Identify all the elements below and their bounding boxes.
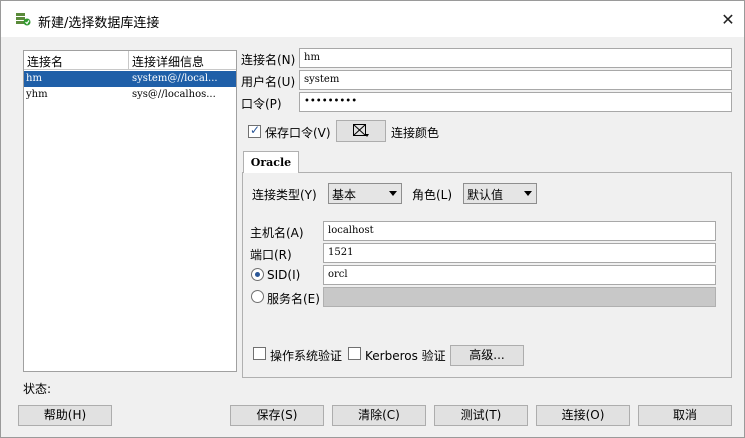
database-connection-icon xyxy=(16,13,31,26)
cancel-button[interactable]: 取消 xyxy=(638,405,732,426)
connection-type-select[interactable]: 基本 xyxy=(328,183,402,204)
test-button[interactable]: 测试(T) xyxy=(434,405,528,426)
connection-color-label: 连接颜色 xyxy=(391,126,440,140)
connection-color-button[interactable] xyxy=(336,120,386,142)
connection-name-cell: hm xyxy=(26,73,42,84)
service-name-radio[interactable] xyxy=(251,290,264,303)
service-name-field xyxy=(323,287,716,307)
port-field[interactable]: 1521 xyxy=(323,243,716,263)
chevron-down-icon xyxy=(524,191,532,196)
service-name-label: 服务名(E) xyxy=(267,292,320,306)
role-select[interactable]: 默认值 xyxy=(463,183,537,204)
sid-radio[interactable] xyxy=(251,268,264,281)
new-select-connection-dialog: 新建/选择数据库连接 ✕ 连接名 连接详细信息 hm system@//loca… xyxy=(0,0,745,438)
connection-name-label: 连接名(N) xyxy=(241,53,296,67)
sid-field[interactable]: orcl xyxy=(323,265,716,285)
save-password-checkbox[interactable] xyxy=(248,123,261,138)
list-item[interactable]: hm system@//local... xyxy=(24,71,236,87)
color-picker-icon xyxy=(353,124,369,137)
connection-name-cell: yhm xyxy=(26,89,48,100)
list-header: 连接名 连接详细信息 xyxy=(24,51,236,70)
save-button[interactable]: 保存(S) xyxy=(230,405,324,426)
kerberos-checkbox[interactable] xyxy=(348,347,361,360)
connection-detail-cell: system@//local... xyxy=(132,73,218,84)
chevron-down-icon xyxy=(389,191,397,196)
column-header-detail[interactable]: 连接详细信息 xyxy=(132,53,204,70)
kerberos-label: Kerberos 验证 xyxy=(365,349,446,363)
username-field[interactable]: system xyxy=(299,70,732,90)
role-value: 默认值 xyxy=(467,188,504,202)
role-label: 角色(L) xyxy=(412,188,453,202)
hostname-field[interactable]: localhost xyxy=(323,221,716,241)
list-item[interactable]: yhm sys@//localhos... xyxy=(24,87,236,103)
connection-type-label: 连接类型(Y) xyxy=(252,188,317,202)
help-button[interactable]: 帮助(H) xyxy=(18,405,112,426)
advanced-button[interactable]: 高级... xyxy=(450,345,524,366)
password-label: 口令(P) xyxy=(241,97,282,111)
clear-button[interactable]: 清除(C) xyxy=(332,405,426,426)
os-auth-label: 操作系统验证 xyxy=(270,349,343,363)
hostname-label: 主机名(A) xyxy=(250,226,304,240)
save-password-label: 保存口令(V) xyxy=(265,126,331,140)
os-auth-checkbox[interactable] xyxy=(253,347,266,360)
tab-oracle[interactable]: Oracle xyxy=(243,151,299,173)
status-label: 状态: xyxy=(23,382,52,396)
connection-detail-cell: sys@//localhos... xyxy=(132,89,216,100)
password-field[interactable]: ••••••••• xyxy=(299,92,732,112)
username-label: 用户名(U) xyxy=(241,75,296,89)
connect-button[interactable]: 连接(O) xyxy=(536,405,630,426)
column-divider[interactable] xyxy=(128,51,129,70)
connection-name-field[interactable]: hm xyxy=(299,48,732,68)
connection-type-value: 基本 xyxy=(332,188,357,202)
port-label: 端口(R) xyxy=(250,248,292,262)
column-header-name[interactable]: 连接名 xyxy=(27,53,63,70)
sid-label: SID(I) xyxy=(267,268,301,282)
title-bar: 新建/选择数据库连接 ✕ xyxy=(1,1,744,37)
close-icon[interactable]: ✕ xyxy=(717,9,739,31)
connection-list[interactable]: 连接名 连接详细信息 hm system@//local... yhm sys@… xyxy=(23,50,237,372)
dialog-title: 新建/选择数据库连接 xyxy=(38,16,160,31)
